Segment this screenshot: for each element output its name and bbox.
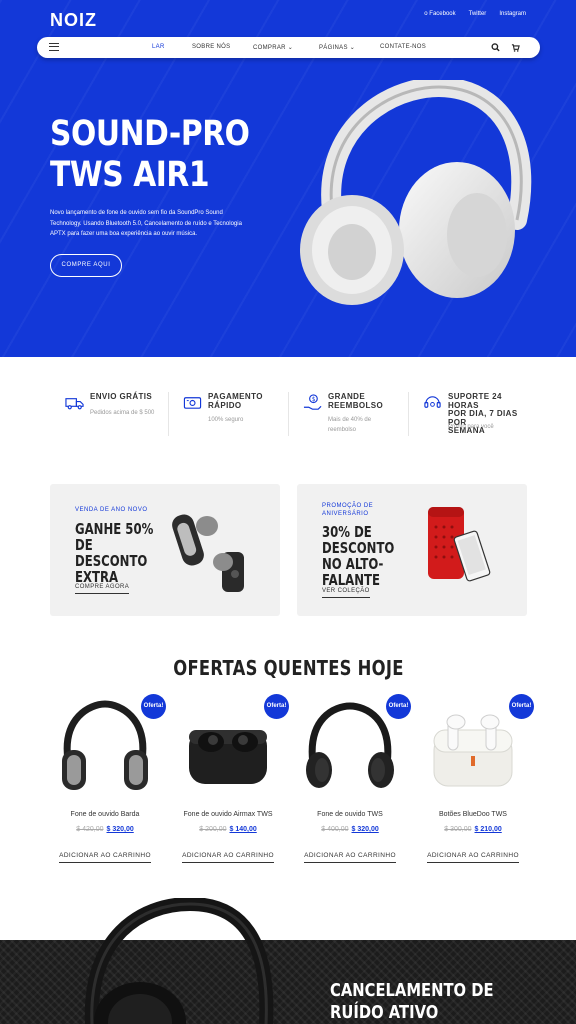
hero-title: SOUND-PRO TWS AIR1	[50, 114, 250, 196]
product-price: $ 200,00 $ 140,00	[173, 826, 283, 833]
offer-badge: Oferta!	[141, 694, 166, 719]
feature-refund: $ GRANDE REEMBOLSO Mais de 40% de reembo…	[288, 380, 408, 440]
earbuds-image	[172, 514, 244, 592]
add-to-cart-label: ADICIONAR AO CARRINHO	[427, 852, 519, 863]
payment-icon	[183, 397, 202, 409]
nav-item-shop-label: COMPRAR	[253, 45, 286, 51]
feature-title: ENVIO GRÁTIS	[90, 392, 153, 401]
product-card[interactable]: Oferta! Fone de ouvido Barda $ 420,00 $ 3…	[50, 694, 166, 864]
social-link-twitter[interactable]: Twitter	[469, 11, 487, 17]
feature-fast-payment: PAGAMENTO RÁPIDO 100% seguro	[168, 380, 288, 440]
search-icon[interactable]	[491, 42, 500, 53]
feature-support: SUPORTE 24 HORAS POR DIA, 7 DIAS POR SEM…	[408, 380, 530, 440]
add-to-cart-button[interactable]: ADICIONAR AO CARRINHO	[50, 844, 160, 863]
product-card[interactable]: Oferta! Fone de ouvido Airmax TWS $ 200,…	[173, 694, 289, 864]
headphone-image	[84, 898, 274, 1024]
cart-icon[interactable]	[511, 42, 520, 53]
main-navbar: LAR SOBRE NÓS COMPRAR ⌄ PÁGINAS ⌄ CONTATE-…	[37, 37, 540, 58]
old-price: $ 300,00	[444, 826, 472, 833]
chevron-down-icon: ⌄	[287, 45, 294, 51]
old-price: $ 200,00	[199, 826, 227, 833]
nav-item-about[interactable]: SOBRE NÓS	[192, 44, 230, 50]
nav-item-shop[interactable]: COMPRAR ⌄	[253, 44, 293, 51]
banner-title: CANCELAMENTO DE RUÍDO ATIVO	[330, 980, 494, 1023]
nav-item-pages[interactable]: PÁGINAS ⌄	[319, 44, 355, 51]
nav-item-contact[interactable]: CONTATE-NOS	[380, 44, 426, 50]
add-to-cart-label: ADICIONAR AO CARRINHO	[304, 852, 396, 863]
product-name[interactable]: Botões BlueDoo TWS	[418, 811, 528, 818]
hero-section: NOIZ o Facebook Twitter Instagram LAR SO…	[0, 0, 576, 357]
shop-now-link[interactable]: COMPRE AGORA	[75, 584, 130, 594]
sale-price: $ 320,00	[106, 826, 134, 833]
product-price: $ 420,00 $ 320,00	[50, 826, 160, 833]
promo-card-anniversary[interactable]: PROMOÇÃO DE ANIVERSÁRIO 30% DE DESCONTO …	[297, 484, 527, 616]
promo-eyebrow: PROMOÇÃO DE ANIVERSÁRIO	[322, 503, 374, 517]
shop-now-button[interactable]: COMPRE AQUI	[50, 254, 122, 277]
offer-badge: Oferta!	[264, 694, 289, 719]
social-link-instagram[interactable]: Instagram	[499, 11, 526, 17]
nav-item-home[interactable]: LAR	[152, 44, 165, 50]
add-to-cart-button[interactable]: ADICIONAR AO CARRINHO	[173, 844, 283, 863]
hero-title-line2: TWS AIR1	[50, 155, 210, 195]
feature-subtitle: 100% seguro	[208, 417, 244, 423]
refund-icon: $	[303, 394, 322, 410]
product-price: $ 300,00 $ 210,00	[418, 826, 528, 833]
offer-badge: Oferta!	[509, 694, 534, 719]
features-row: ENVIO GRÁTIS Pedidos acima de $ 500 PAGA…	[50, 380, 530, 440]
add-to-cart-button[interactable]: ADICIONAR AO CARRINHO	[418, 844, 528, 863]
product-price: $ 400,00 $ 320,00	[295, 826, 405, 833]
social-links: o Facebook Twitter Instagram	[424, 11, 526, 17]
nav-item-pages-label: PÁGINAS	[319, 45, 348, 51]
feature-free-shipping: ENVIO GRÁTIS Pedidos acima de $ 500	[50, 380, 168, 440]
add-to-cart-label: ADICIONAR AO CARRINHO	[182, 852, 274, 863]
speaker-image	[428, 507, 491, 582]
headphone-image	[300, 80, 532, 305]
feature-title: PAGAMENTO RÁPIDO	[208, 392, 263, 410]
old-price: $ 400,00	[321, 826, 349, 833]
old-price: $ 420,00	[76, 826, 104, 833]
feature-subtitle: Pronto para você	[448, 424, 494, 430]
product-card[interactable]: Oferta! Fone de ouvido TWS $ 400,00 $ 320…	[295, 694, 411, 864]
feature-subtitle: Mais de 40% de reembolso	[328, 417, 372, 433]
feature-subtitle: Pedidos acima de $ 500	[90, 410, 155, 416]
hero-description: Novo lançamento de fone de ouvido sem fi…	[50, 210, 242, 237]
support-icon	[424, 396, 441, 408]
product-card[interactable]: Oferta! Botões BlueDoo TWS $ 300,00 $ 210…	[418, 694, 534, 864]
sale-price: $ 210,00	[474, 826, 502, 833]
truck-icon	[65, 398, 84, 410]
chevron-down-icon: ⌄	[349, 45, 356, 51]
sale-price: $ 320,00	[351, 826, 379, 833]
promo-eyebrow: VENDA DE ANO NOVO	[75, 507, 148, 513]
view-collection-link[interactable]: VER COLEÇÃO	[322, 588, 370, 598]
promo-title: 30% DE DESCONTO NO ALTO-FALANTE	[322, 523, 395, 589]
hot-deals-title-text: OFERTAS QUENTES HOJE	[172, 656, 404, 680]
svg-text:$: $	[312, 397, 316, 403]
promo-title: GANHE 50% DE DESCONTO EXTRA	[75, 520, 154, 586]
hot-deals-title: OFERTAS QUENTES HOJE	[0, 656, 576, 680]
add-to-cart-label: ADICIONAR AO CARRINHO	[59, 852, 151, 863]
feature-title: GRANDE REEMBOLSO	[328, 392, 384, 410]
hero-title-line1: SOUND-PRO	[50, 114, 250, 154]
product-name[interactable]: Fone de ouvido Airmax TWS	[173, 811, 283, 818]
promo-card-new-year[interactable]: VENDA DE ANO NOVO GANHE 50% DE DESCONTO …	[50, 484, 280, 616]
social-link-facebook[interactable]: o Facebook	[424, 11, 455, 17]
add-to-cart-button[interactable]: ADICIONAR AO CARRINHO	[295, 844, 405, 863]
logo[interactable]: NOIZ	[50, 10, 97, 31]
product-name[interactable]: Fone de ouvido Barda	[50, 811, 160, 818]
sale-price: $ 140,00	[229, 826, 257, 833]
product-name[interactable]: Fone de ouvido TWS	[295, 811, 405, 818]
offer-badge: Oferta!	[386, 694, 411, 719]
